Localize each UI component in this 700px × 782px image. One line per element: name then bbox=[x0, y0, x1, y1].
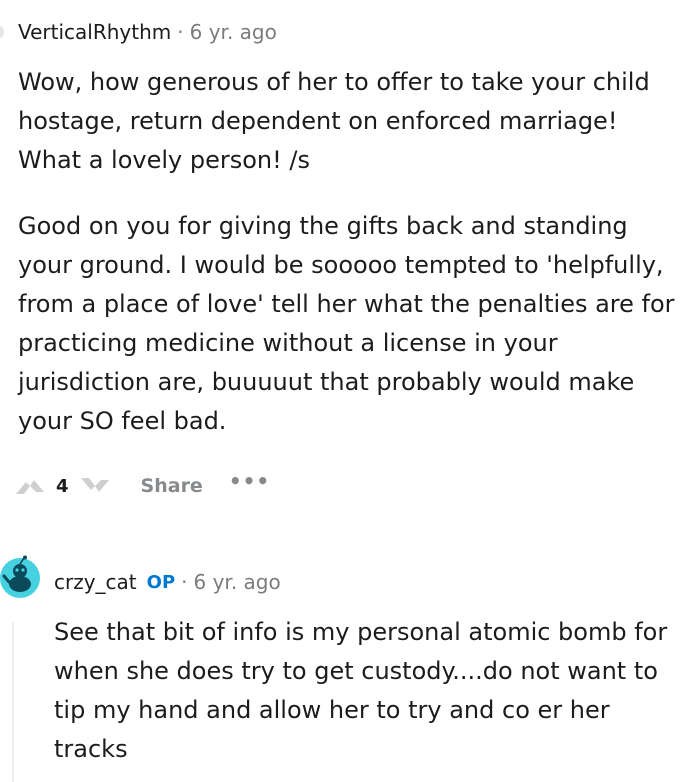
meta-separator: · bbox=[177, 20, 184, 44]
comment-author[interactable]: crzy_cat bbox=[54, 570, 137, 594]
comment-author[interactable]: VerticalRhythm bbox=[18, 20, 171, 44]
comment-header: VerticalRhythm · 6 yr. ago bbox=[0, 14, 277, 50]
comment-body-paragraph: Good on you for giving the gifts back an… bbox=[18, 207, 688, 441]
comment-body-paragraph: See that bit of info is my personal atom… bbox=[54, 613, 684, 769]
more-options-icon[interactable]: ••• bbox=[229, 469, 270, 493]
upvote-icon[interactable] bbox=[14, 476, 46, 496]
comment-timestamp[interactable]: 6 yr. ago bbox=[190, 20, 277, 44]
thread-line[interactable] bbox=[12, 622, 14, 782]
comment-actions: 4 Share ••• bbox=[14, 466, 270, 506]
paragraph-text: See that bit of info is my personal atom… bbox=[54, 618, 668, 763]
comment-crzy-cat: crzy_cat OP · 6 yr. ago See that bit of … bbox=[0, 540, 700, 782]
share-button[interactable]: Share bbox=[141, 475, 203, 497]
snoo-avatar-icon[interactable] bbox=[0, 554, 40, 604]
comment-body-paragraph: Wow, how generous of her to offer to tak… bbox=[18, 63, 688, 180]
comment-timestamp[interactable]: 6 yr. ago bbox=[194, 570, 281, 594]
vote-count: 4 bbox=[56, 475, 69, 497]
paragraph-text: Wow, how generous of her to offer to tak… bbox=[18, 68, 650, 174]
op-badge: OP bbox=[146, 571, 176, 593]
downvote-icon[interactable] bbox=[79, 476, 111, 496]
comment-header: crzy_cat OP · 6 yr. ago bbox=[54, 564, 281, 600]
paragraph-text: Good on you for giving the gifts back an… bbox=[18, 212, 675, 435]
meta-separator: · bbox=[181, 570, 188, 594]
